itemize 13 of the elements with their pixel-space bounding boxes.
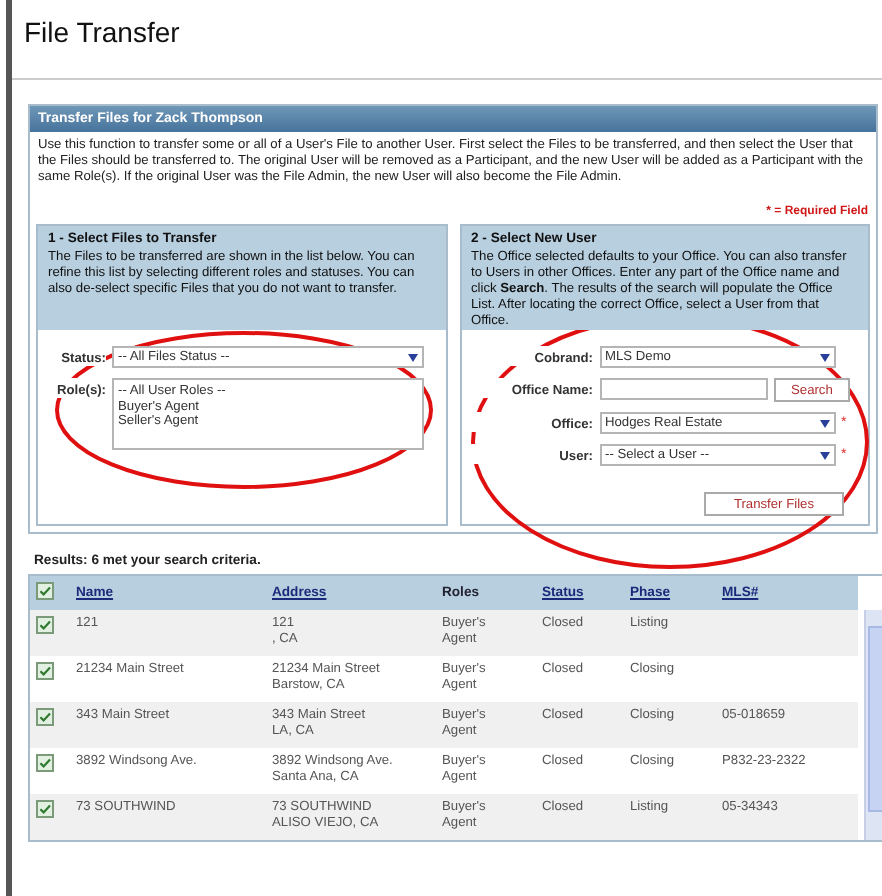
checkbox[interactable] xyxy=(36,616,54,634)
scrollbar[interactable] xyxy=(864,610,882,840)
dropdown-arrow-icon[interactable] xyxy=(815,348,833,366)
dropdown-arrow-icon[interactable] xyxy=(815,414,833,432)
checkbox[interactable] xyxy=(36,662,54,680)
checkbox[interactable] xyxy=(36,708,54,726)
dropdown-arrow-icon[interactable] xyxy=(404,348,422,366)
checkbox[interactable] xyxy=(36,800,54,818)
checkbox[interactable] xyxy=(36,754,54,772)
dropdown-arrow-icon[interactable] xyxy=(815,446,833,464)
checkbox[interactable] xyxy=(36,582,54,600)
office-name-field[interactable] xyxy=(599,378,767,400)
page-title: File Transfer xyxy=(24,16,182,48)
